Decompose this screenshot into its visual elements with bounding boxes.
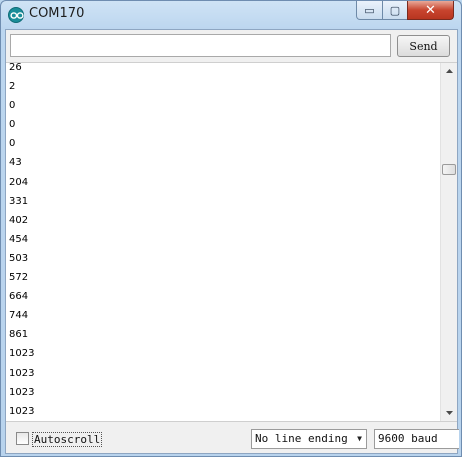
output-line: 1023	[9, 348, 35, 360]
autoscroll-label[interactable]: Autoscroll	[32, 432, 103, 447]
footer-bar: Autoscroll No line ending ▼ 9600 baud	[6, 425, 459, 453]
maximize-icon: ▢	[389, 3, 401, 17]
scrollbar-thumb[interactable]	[442, 164, 456, 175]
minimize-button[interactable]: ▭	[356, 1, 383, 20]
output-line: 2	[9, 81, 16, 93]
minimize-icon: ▭	[364, 3, 375, 17]
output-line: 43	[9, 157, 22, 169]
output-line: 572	[9, 272, 29, 284]
chevron-down-icon: ▼	[357, 434, 362, 443]
output-line: 331	[9, 195, 29, 207]
output-line: 503	[9, 252, 29, 264]
maximize-button[interactable]: ▢	[382, 1, 408, 20]
output-line: 204	[9, 176, 29, 188]
line-ending-value: No line ending	[255, 432, 348, 445]
serial-monitor-window: COM170 ▭ ▢ ✕ Send 26 2 0 0 0 43 204 331 402 454 50…	[0, 0, 462, 457]
send-input[interactable]	[10, 34, 391, 57]
baud-rate-value: 9600 baud	[378, 432, 438, 445]
output-line: 1023	[9, 367, 35, 379]
output-line: 26	[9, 62, 22, 73]
line-ending-select[interactable]: No line ending ▼	[251, 429, 367, 449]
output-line: 0	[9, 100, 16, 112]
serial-monitor-body: Send 26 2 0 0 0 43 204 331 402 454 503 572 664 744 861…	[5, 29, 459, 454]
scroll-up-arrow-icon[interactable]	[441, 63, 457, 79]
output-line: 664	[9, 291, 29, 303]
send-button[interactable]: Send	[397, 35, 450, 57]
output-line: 402	[9, 214, 29, 226]
output-line: 0	[9, 138, 16, 150]
output-line: 861	[9, 329, 29, 341]
autoscroll-checkbox[interactable]	[16, 432, 29, 445]
output-line: 1023	[9, 386, 35, 398]
close-button[interactable]: ✕	[407, 1, 454, 20]
output-lines: 26 2 0 0 0 43 204 331 402 454 503 572 664 744 861 1023 1…	[9, 62, 429, 421]
output-line: 1023	[9, 405, 35, 417]
serial-output[interactable]: 26 2 0 0 0 43 204 331 402 454 503 572 664 744 861 1023 1…	[6, 62, 457, 422]
baud-rate-select[interactable]: 9600 baud	[374, 429, 459, 449]
arduino-icon	[8, 7, 24, 23]
output-line: 744	[9, 310, 29, 322]
window-title: COM170	[29, 6, 85, 21]
output-line: 454	[9, 233, 29, 245]
vertical-scrollbar[interactable]	[440, 63, 457, 421]
scroll-down-arrow-icon[interactable]	[441, 405, 457, 421]
close-icon: ✕	[425, 2, 436, 18]
output-line: 0	[9, 119, 16, 131]
title-bar[interactable]: COM170 ▭ ▢ ✕	[1, 1, 461, 29]
